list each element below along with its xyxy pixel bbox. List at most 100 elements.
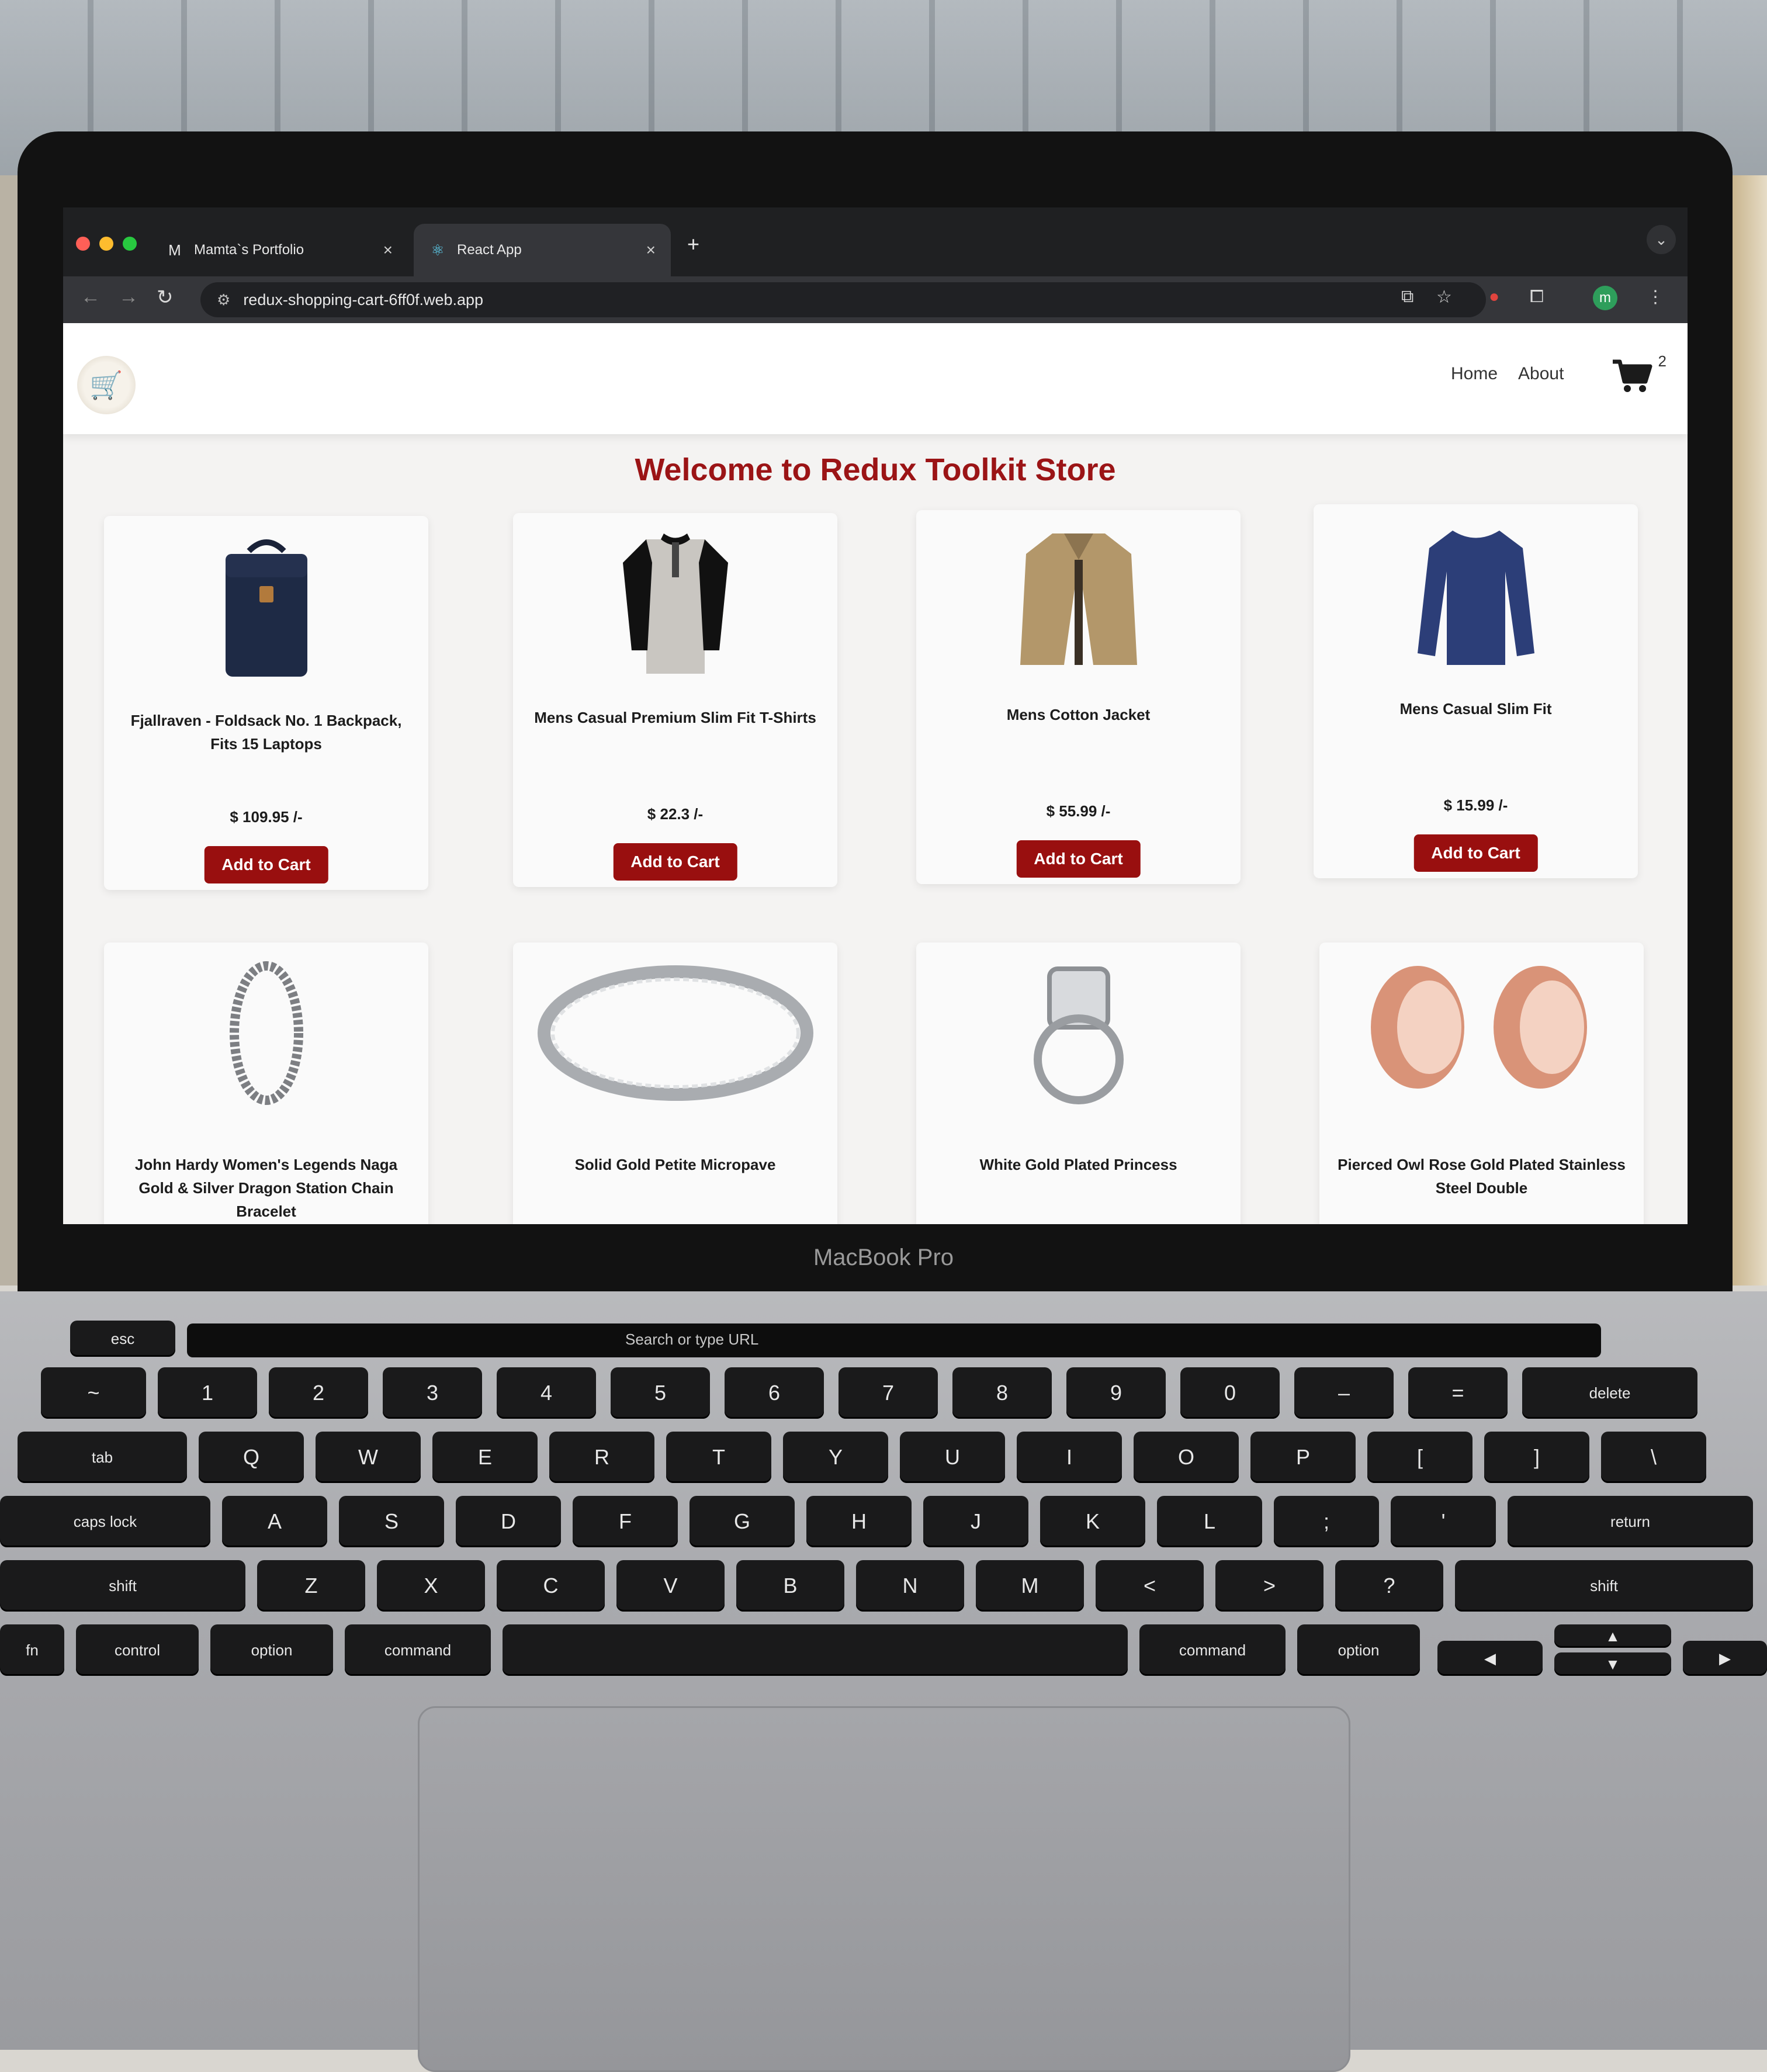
add-to-cart-button[interactable]: Add to Cart — [1016, 840, 1141, 878]
key[interactable]: ] — [1484, 1432, 1589, 1483]
key[interactable]: \ — [1601, 1432, 1706, 1483]
key[interactable]: ' — [1391, 1496, 1496, 1547]
key-return[interactable]: return — [1508, 1496, 1753, 1547]
key[interactable]: 7 — [839, 1367, 938, 1419]
key-command-right[interactable]: command — [1139, 1624, 1286, 1676]
key[interactable]: P — [1250, 1432, 1356, 1483]
key-tab[interactable]: tab — [18, 1432, 187, 1483]
key-command-left[interactable]: command — [345, 1624, 491, 1676]
key-delete[interactable]: delete — [1522, 1367, 1697, 1419]
key[interactable]: G — [690, 1496, 795, 1547]
key[interactable]: U — [900, 1432, 1005, 1483]
key[interactable]: A — [222, 1496, 327, 1547]
install-app-icon[interactable]: ⧉ — [1401, 287, 1413, 307]
key[interactable]: J — [923, 1496, 1028, 1547]
address-bar[interactable]: ⚙ redux-shopping-cart-6ff0f.web.app — [200, 282, 1486, 317]
add-to-cart-button[interactable]: Add to Cart — [1413, 834, 1538, 872]
extensions-puzzle-icon[interactable]: ⧠ — [1530, 287, 1544, 307]
key[interactable]: [ — [1367, 1432, 1472, 1483]
new-tab-button[interactable]: + — [687, 232, 699, 257]
key[interactable]: Z — [257, 1560, 365, 1612]
close-tab-icon[interactable]: × — [383, 241, 393, 259]
tab-portfolio[interactable]: M Mamta`s Portfolio × — [151, 224, 408, 276]
extension-icon[interactable]: ● — [1489, 287, 1499, 307]
product-card[interactable]: Solid Gold Petite Micropave — [513, 943, 837, 1224]
product-card[interactable]: John Hardy Women's Legends Naga Gold & S… — [104, 943, 428, 1224]
key[interactable]: 3 — [383, 1367, 482, 1419]
key-esc[interactable]: esc — [70, 1321, 175, 1357]
key[interactable]: ~ — [41, 1367, 146, 1419]
up-arrow-icon[interactable]: ▲ — [1554, 1624, 1671, 1648]
product-card[interactable]: Mens Casual Slim Fit $ 15.99 /- Add to C… — [1314, 504, 1638, 878]
key[interactable]: F — [573, 1496, 678, 1547]
key[interactable]: W — [316, 1432, 421, 1483]
store-logo[interactable]: 🛒 — [77, 356, 136, 414]
add-to-cart-button[interactable]: Add to Cart — [613, 843, 737, 881]
key[interactable]: 6 — [725, 1367, 824, 1419]
key[interactable]: 2 — [269, 1367, 368, 1419]
key[interactable]: 4 — [497, 1367, 596, 1419]
key-option-left[interactable]: option — [210, 1624, 333, 1676]
left-arrow-icon[interactable]: ◀ — [1437, 1641, 1543, 1676]
key[interactable]: O — [1134, 1432, 1239, 1483]
cart-icon[interactable] — [1612, 358, 1652, 393]
tab-search-icon[interactable]: ⌄ — [1647, 225, 1676, 254]
key-space[interactable] — [503, 1624, 1128, 1676]
bookmark-star-icon[interactable]: ☆ — [1436, 287, 1452, 307]
key[interactable]: 1 — [158, 1367, 257, 1419]
product-card[interactable]: Pierced Owl Rose Gold Plated Stainless S… — [1319, 943, 1644, 1224]
more-menu-icon[interactable]: ⋮ — [1647, 287, 1664, 307]
key-control[interactable]: control — [76, 1624, 199, 1676]
close-tab-icon[interactable]: × — [646, 241, 656, 259]
key[interactable]: M — [976, 1560, 1084, 1612]
key[interactable]: 0 — [1180, 1367, 1280, 1419]
key[interactable]: X — [377, 1560, 485, 1612]
maximize-window-icon[interactable] — [123, 237, 137, 251]
key[interactable]: S — [339, 1496, 444, 1547]
key[interactable]: Y — [783, 1432, 888, 1483]
add-to-cart-button[interactable]: Add to Cart — [204, 846, 328, 883]
tab-react-app[interactable]: ⚛ React App × — [414, 224, 671, 276]
key[interactable]: T — [666, 1432, 771, 1483]
trackpad[interactable] — [418, 1706, 1350, 2072]
key[interactable]: B — [736, 1560, 844, 1612]
key[interactable]: H — [806, 1496, 912, 1547]
key[interactable]: E — [432, 1432, 538, 1483]
key[interactable]: 8 — [952, 1367, 1052, 1419]
key[interactable]: R — [549, 1432, 654, 1483]
key-caps-lock[interactable]: caps lock — [0, 1496, 210, 1547]
down-arrow-icon[interactable]: ▼ — [1554, 1652, 1671, 1676]
key[interactable]: K — [1040, 1496, 1145, 1547]
close-window-icon[interactable] — [76, 237, 90, 251]
key-option-right[interactable]: option — [1297, 1624, 1420, 1676]
key[interactable]: 9 — [1066, 1367, 1166, 1419]
key[interactable]: 5 — [611, 1367, 710, 1419]
key[interactable]: I — [1017, 1432, 1122, 1483]
key[interactable]: – — [1294, 1367, 1394, 1419]
key-shift-right[interactable]: shift — [1455, 1560, 1753, 1612]
touch-bar[interactable]: Search or type URL — [187, 1323, 1601, 1357]
key-fn[interactable]: fn — [0, 1624, 64, 1676]
product-card[interactable]: White Gold Plated Princess — [916, 943, 1241, 1224]
back-icon[interactable]: ← — [81, 286, 101, 309]
key[interactable]: C — [497, 1560, 605, 1612]
profile-avatar[interactable]: m — [1593, 286, 1617, 310]
nav-about-link[interactable]: About — [1518, 364, 1564, 384]
site-info-icon[interactable]: ⚙ — [217, 291, 230, 309]
key[interactable]: ? — [1335, 1560, 1443, 1612]
touchbar-search[interactable]: Search or type URL — [625, 1330, 1034, 1349]
key[interactable]: Q — [199, 1432, 304, 1483]
key[interactable]: N — [856, 1560, 964, 1612]
key[interactable]: D — [456, 1496, 561, 1547]
key[interactable]: ; — [1274, 1496, 1379, 1547]
reload-icon[interactable]: ↻ — [157, 286, 174, 309]
product-card[interactable]: Mens Casual Premium Slim Fit T-Shirts $ … — [513, 513, 837, 887]
key[interactable]: = — [1408, 1367, 1508, 1419]
product-card[interactable]: Mens Cotton Jacket $ 55.99 /- Add to Car… — [916, 510, 1241, 884]
key[interactable]: V — [616, 1560, 725, 1612]
key-shift-left[interactable]: shift — [0, 1560, 245, 1612]
product-card[interactable]: Fjallraven - Foldsack No. 1 Backpack, Fi… — [104, 516, 428, 890]
forward-icon[interactable]: → — [119, 286, 138, 309]
key[interactable]: < — [1096, 1560, 1204, 1612]
key[interactable]: > — [1215, 1560, 1323, 1612]
